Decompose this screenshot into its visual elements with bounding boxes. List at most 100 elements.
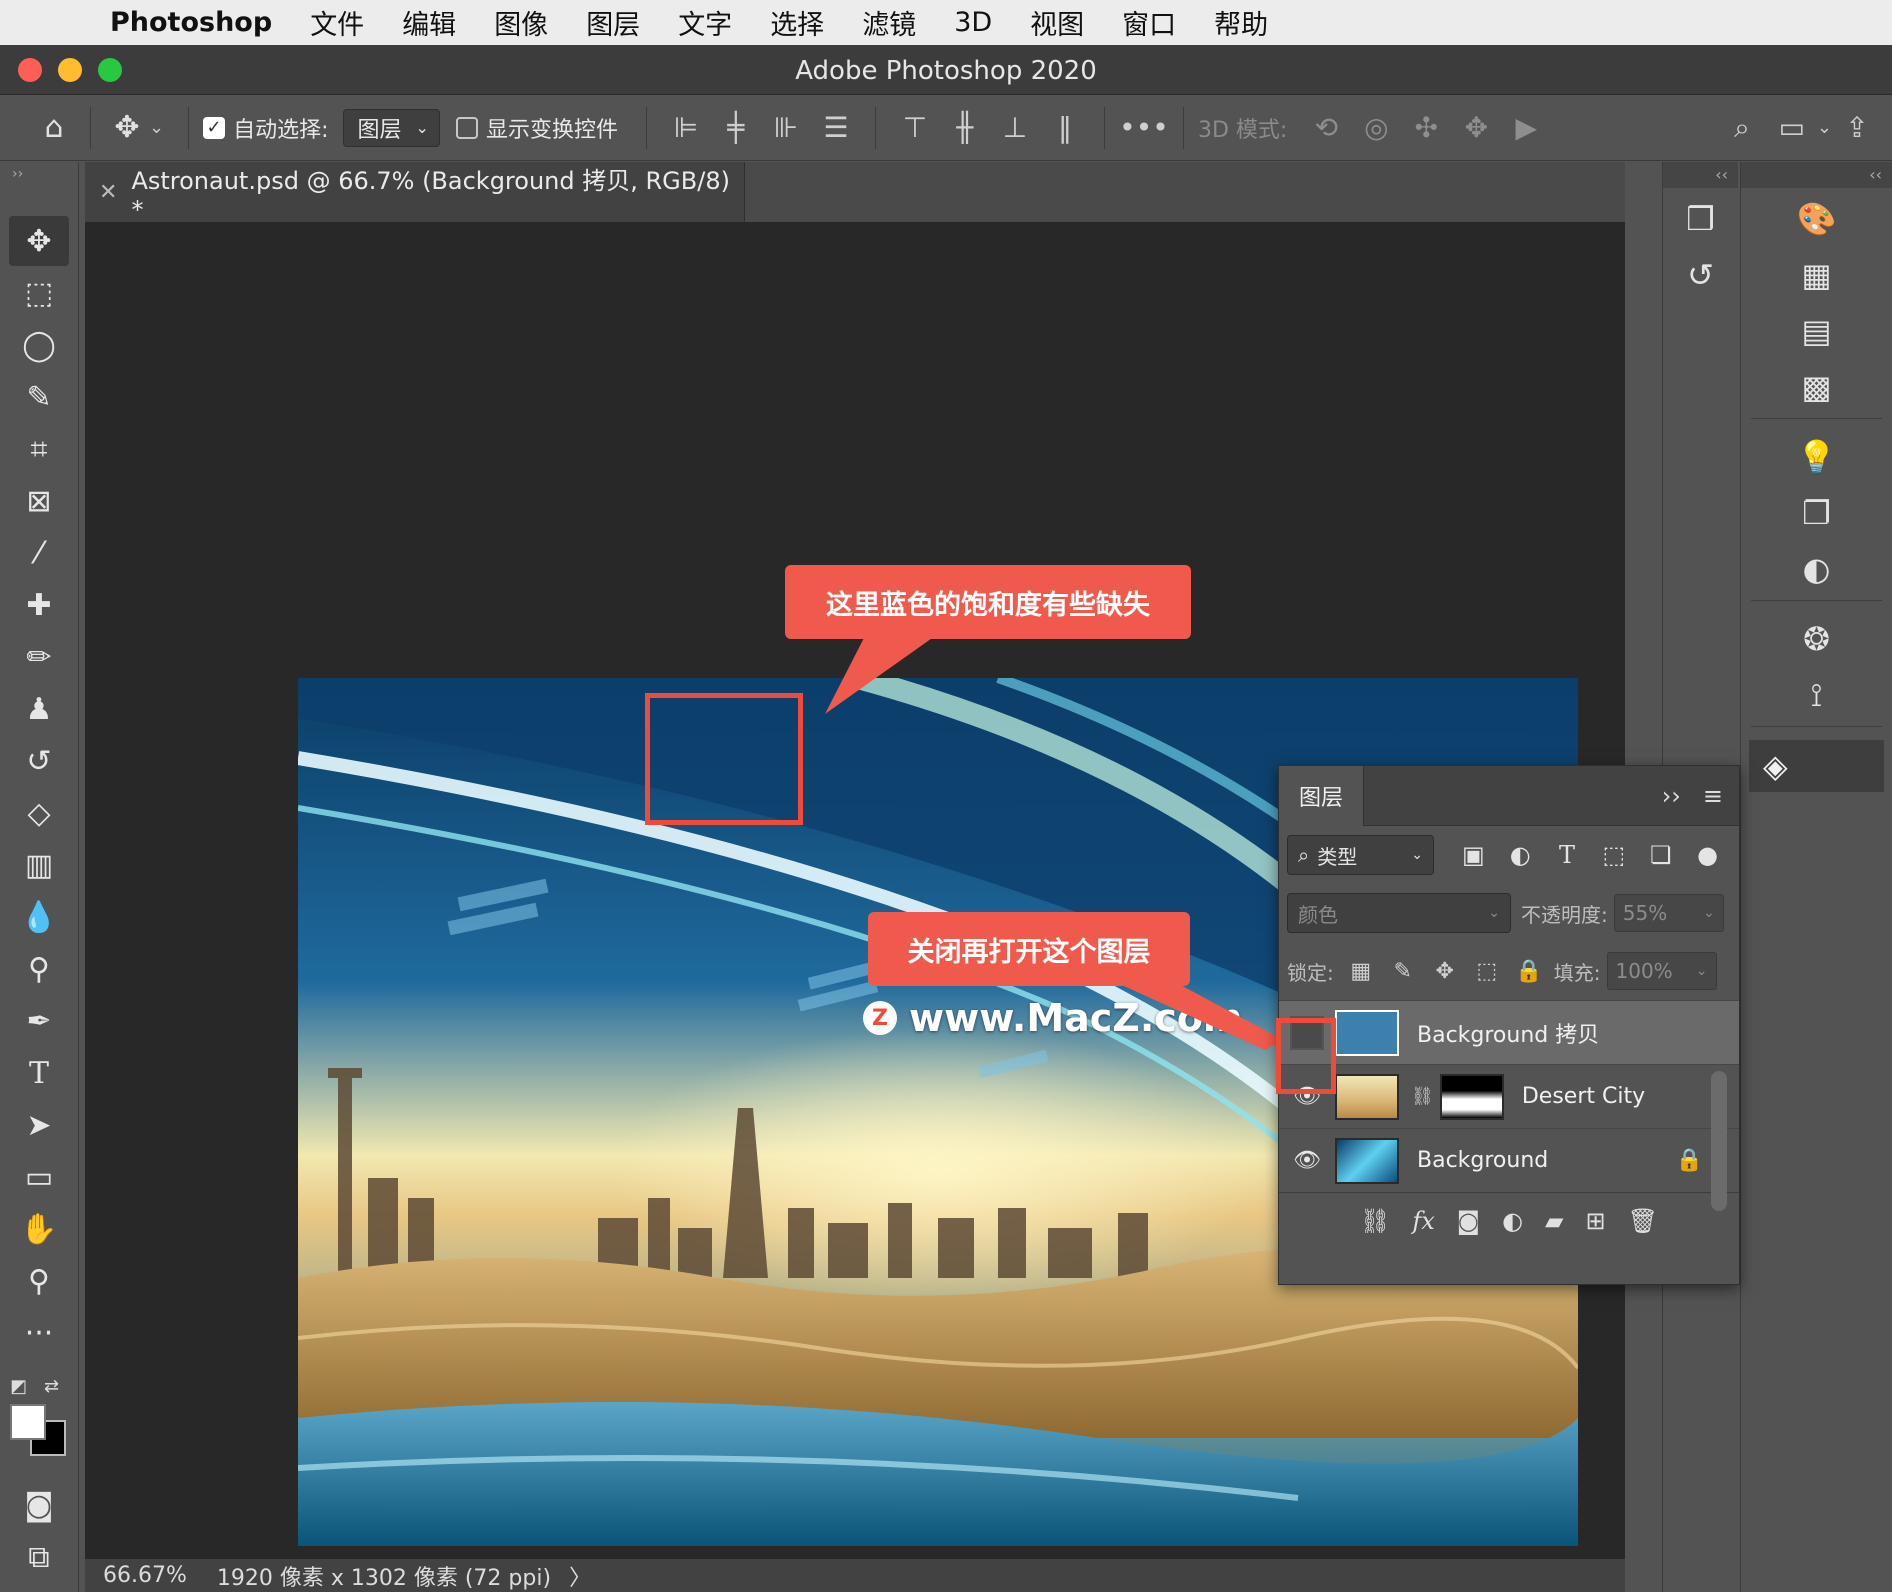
document-tab[interactable]: ✕ Astronaut.psd @ 66.7% (Background 拷贝, …	[85, 162, 745, 224]
menu-3d[interactable]: 3D	[954, 7, 992, 38]
menu-window[interactable]: 窗口	[1122, 3, 1176, 42]
paths-icon[interactable]: ⟟	[1789, 670, 1845, 720]
layers-scrollbar[interactable]	[1711, 1071, 1727, 1211]
dodge-icon[interactable]: ⚲	[9, 944, 69, 994]
adjustments-icon[interactable]: ◐	[1789, 544, 1845, 594]
stamp-icon[interactable]: ♟	[9, 684, 69, 734]
expand-toolbar-icon[interactable]: ››	[0, 162, 78, 186]
collapse-panel-icon[interactable]: ››	[1662, 782, 1681, 810]
align-vcenter-icon[interactable]: ╫	[940, 111, 990, 144]
gradient-icon[interactable]: ▥	[9, 840, 69, 890]
tab-layers[interactable]: 图层	[1279, 765, 1365, 826]
layer-filter-dropdown[interactable]: ⌕ 类型 ⌄	[1287, 835, 1434, 875]
align-top-icon[interactable]: ⊤	[890, 111, 940, 144]
menu-image[interactable]: 图像	[494, 3, 548, 42]
pen-icon[interactable]: ✒	[9, 996, 69, 1046]
lock-image-icon[interactable]: ✎	[1382, 959, 1424, 984]
frame-icon[interactable]: ⊠	[9, 476, 69, 526]
type-icon[interactable]: T	[9, 1048, 69, 1098]
search-icon[interactable]: ⌕	[1717, 111, 1767, 145]
hand-icon[interactable]: ✋	[9, 1204, 69, 1254]
menu-layer[interactable]: 图层	[586, 3, 640, 42]
swap-colors-icon[interactable]: ⇄	[44, 1376, 59, 1397]
new-adjustment-icon[interactable]: ◐	[1502, 1207, 1523, 1235]
blur-icon[interactable]: 💧	[9, 892, 69, 942]
eraser-icon[interactable]: ◇	[9, 788, 69, 838]
move-tool-preset-icon[interactable]: ✥	[105, 110, 149, 145]
align-right-icon[interactable]: ⊪	[761, 111, 811, 144]
foreground-color-swatch[interactable]	[10, 1404, 46, 1440]
menu-help[interactable]: 帮助	[1214, 3, 1268, 42]
filter-shape-icon[interactable]: ⬚	[1590, 841, 1637, 869]
menu-file[interactable]: 文件	[310, 3, 364, 42]
distribute-icon[interactable]: ☰	[811, 111, 861, 144]
swatches-icon[interactable]: ▦	[1789, 250, 1845, 300]
show-transform-checkbox[interactable]	[455, 116, 478, 139]
link-layers-icon[interactable]: ⛓	[1360, 1207, 1390, 1235]
chevron-down-icon[interactable]: ⌄	[1817, 117, 1832, 138]
close-tab-icon[interactable]: ✕	[99, 180, 117, 205]
patterns-icon[interactable]: ▩	[1789, 362, 1845, 412]
panel-menu-icon[interactable]: ≡	[1703, 782, 1723, 810]
menu-filter[interactable]: 滤镜	[862, 3, 916, 42]
gradients-icon[interactable]: ▤	[1789, 306, 1845, 356]
collapse-dock-icon[interactable]: ‹‹	[1741, 162, 1892, 188]
lock-artboard-icon[interactable]: ⬚	[1466, 959, 1508, 984]
status-arrow-icon[interactable]: 〉	[569, 1560, 591, 1592]
history-brush-icon[interactable]: ↺	[9, 736, 69, 786]
filter-toggle-icon[interactable]: ●	[1684, 841, 1731, 869]
lock-transparent-icon[interactable]: ▦	[1340, 959, 1382, 984]
fill-input[interactable]: 100% ⌄	[1606, 952, 1717, 990]
layer-row-desert-city[interactable]: 👁 ⛓ Desert City	[1279, 1064, 1739, 1128]
move-icon[interactable]: ✥	[9, 216, 69, 266]
delete-layer-icon[interactable]: 🗑	[1628, 1207, 1658, 1235]
lock-position-icon[interactable]: ✥	[1424, 959, 1466, 984]
channels-icon[interactable]: ❂	[1789, 614, 1845, 664]
history-icon[interactable]: ↺	[1673, 250, 1729, 300]
filter-smart-object-icon[interactable]: ❏	[1637, 841, 1684, 869]
quick-select-icon[interactable]: ✎	[9, 372, 69, 422]
new-group-icon[interactable]: ▰	[1545, 1207, 1563, 1235]
menu-view[interactable]: 视图	[1030, 3, 1084, 42]
add-mask-icon[interactable]: ◙	[1457, 1207, 1480, 1235]
marquee-icon[interactable]: ⬚	[9, 268, 69, 318]
distribute-vertical-icon[interactable]: ‖	[1040, 111, 1090, 144]
new-layer-icon[interactable]: ⊞	[1586, 1207, 1606, 1235]
brush-icon[interactable]: ✏	[9, 632, 69, 682]
lock-all-icon[interactable]: 🔒	[1508, 959, 1550, 984]
layer-mask-thumbnail[interactable]	[1439, 1073, 1504, 1120]
filter-adjustment-icon[interactable]: ◐	[1497, 841, 1544, 869]
link-icon[interactable]: ⛓	[1411, 1086, 1434, 1107]
3d-pan-icon[interactable]: ✣	[1401, 111, 1451, 144]
chevron-down-icon[interactable]: ⌄	[149, 117, 164, 138]
rectangle-icon[interactable]: ▭	[9, 1152, 69, 1202]
filter-type-icon[interactable]: T	[1544, 841, 1591, 869]
lasso-icon[interactable]: ◯	[9, 320, 69, 370]
more-options-icon[interactable]: •••	[1119, 111, 1169, 144]
eyedropper-icon[interactable]: ⁄	[9, 528, 69, 578]
layer-row-background-copy[interactable]: Background 拷贝	[1279, 1000, 1739, 1064]
path-select-icon[interactable]: ➤	[9, 1100, 69, 1150]
collapse-dock-icon[interactable]: ‹‹	[1663, 162, 1738, 188]
zoom-level[interactable]: 66.67%	[103, 1563, 187, 1588]
layer-style-icon[interactable]: fx	[1412, 1207, 1434, 1235]
workspace-icon[interactable]: ▭	[1767, 111, 1817, 144]
color-icon[interactable]: 🎨	[1789, 194, 1845, 244]
menu-type[interactable]: 文字	[678, 3, 732, 42]
learn-icon[interactable]: 💡	[1789, 432, 1845, 482]
3d-orbit-icon[interactable]: ⟲	[1301, 111, 1351, 144]
healing-icon[interactable]: ✚	[9, 580, 69, 630]
crop-icon[interactable]: ⌗	[9, 424, 69, 474]
filter-pixel-icon[interactable]: ▣	[1450, 841, 1497, 869]
quick-mask-icon[interactable]: ◙	[9, 1480, 69, 1530]
eye-icon[interactable]: 👁	[1279, 1148, 1335, 1173]
share-icon[interactable]: ⇪	[1832, 111, 1882, 144]
align-left-icon[interactable]: ⊫	[661, 111, 711, 144]
menu-select[interactable]: 选择	[770, 3, 824, 42]
3d-roll-icon[interactable]: ◎	[1351, 111, 1401, 144]
3d-slide-icon[interactable]: ✥	[1451, 111, 1501, 144]
align-hcenter-icon[interactable]: ╪	[711, 111, 761, 144]
layer-row-background[interactable]: 👁 Background 🔒	[1279, 1128, 1739, 1192]
default-colors-icon[interactable]: ◩	[10, 1376, 27, 1397]
zoom-icon[interactable]: ⚲	[9, 1256, 69, 1306]
